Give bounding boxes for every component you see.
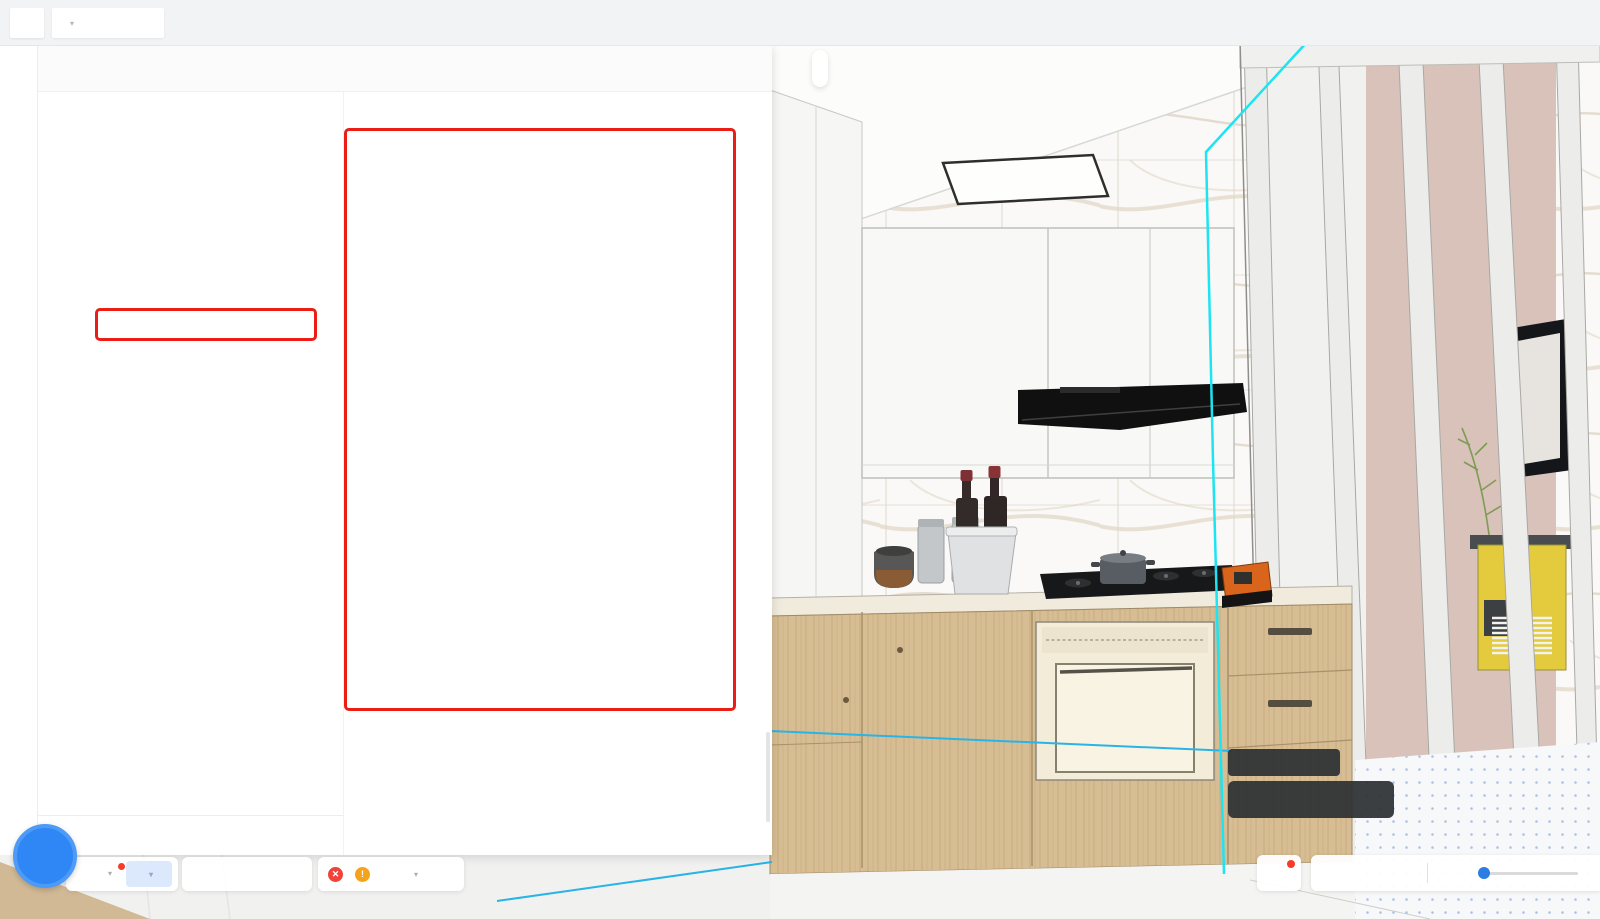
drag-handle-icon[interactable] bbox=[54, 61, 66, 77]
view-mode-switcher: ▾ ▾ bbox=[66, 857, 178, 891]
floor-editor-toolbar bbox=[1228, 781, 1394, 818]
chevron-down-icon: ▾ bbox=[70, 19, 74, 28]
zoom-slider-knob[interactable] bbox=[1478, 867, 1490, 879]
floor-editor-button[interactable] bbox=[1228, 749, 1340, 776]
scrollbar[interactable] bbox=[766, 732, 770, 822]
display-settings-button[interactable] bbox=[1257, 855, 1301, 891]
notification-dot bbox=[1287, 860, 1295, 868]
drag-handle-icon[interactable] bbox=[1240, 792, 1250, 808]
view-toolbar bbox=[812, 50, 828, 87]
toggles-icon bbox=[1270, 864, 1288, 882]
focus-icon[interactable] bbox=[1393, 864, 1411, 882]
error-icon: ✕ bbox=[328, 867, 343, 882]
zoom-out-icon[interactable] bbox=[1444, 864, 1462, 882]
annotation-highlight-grid bbox=[344, 128, 736, 711]
catalog-tree bbox=[38, 92, 343, 815]
chevron-down-icon: ▾ bbox=[149, 870, 153, 879]
toolbar-divider bbox=[1427, 863, 1428, 883]
close-icon[interactable] bbox=[740, 60, 758, 78]
zoom-slider-track[interactable] bbox=[1478, 872, 1578, 875]
chevron-down-icon: ▾ bbox=[108, 869, 112, 878]
display-count-icon[interactable] bbox=[384, 866, 400, 882]
camera-toolbar bbox=[1311, 855, 1600, 891]
warning-icon: ! bbox=[355, 867, 370, 882]
top-toolbar: ▾ bbox=[0, 0, 1600, 46]
mode-3d-button[interactable]: ▾ bbox=[126, 861, 172, 887]
camera-crop-icon[interactable] bbox=[1325, 864, 1343, 882]
status-bar: ✕ ! ▾ bbox=[318, 857, 464, 891]
back-button[interactable] bbox=[10, 8, 44, 38]
chevron-down-icon[interactable]: ▾ bbox=[414, 870, 418, 879]
room-selector-dropdown[interactable]: ▾ bbox=[52, 8, 164, 38]
chat-button[interactable] bbox=[13, 824, 77, 888]
camera-settings-icon[interactable] bbox=[1359, 864, 1377, 882]
products-area bbox=[343, 92, 772, 855]
collapse-all-button[interactable] bbox=[38, 815, 343, 855]
products-toolbar bbox=[344, 92, 772, 138]
application-window: ▾ ▾ bbox=[0, 0, 1600, 919]
public-catalog-panel bbox=[38, 46, 772, 855]
scene-tools bbox=[182, 857, 312, 891]
left-rail bbox=[0, 46, 38, 855]
zoom-slider[interactable] bbox=[1478, 867, 1578, 879]
panel-header bbox=[38, 46, 772, 92]
notification-dot bbox=[118, 863, 125, 870]
